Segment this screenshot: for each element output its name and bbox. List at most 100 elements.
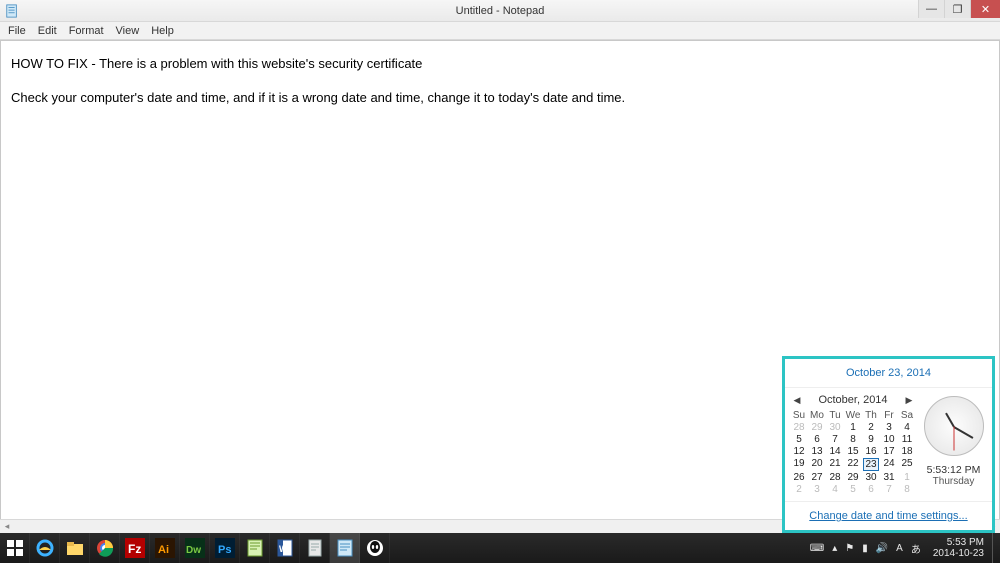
calendar-day[interactable]: 10 (881, 434, 897, 445)
notepadpp-icon[interactable] (240, 533, 270, 563)
calendar-day[interactable]: 8 (845, 434, 861, 445)
calendar-day[interactable]: 21 (827, 458, 843, 471)
calendar-day[interactable]: 11 (899, 434, 915, 445)
calendar-day-header: Fr (881, 410, 897, 421)
calendar-day-header: We (845, 410, 861, 421)
calendar-day[interactable]: 24 (881, 458, 897, 471)
calendar-day-header: Mo (809, 410, 825, 421)
month-label[interactable]: October, 2014 (818, 394, 887, 406)
document-line: HOW TO FIX - There is a problem with thi… (11, 55, 989, 73)
tray-ime-a-icon[interactable]: A (892, 533, 907, 563)
calendar-day[interactable]: 22 (845, 458, 861, 471)
calendar-day[interactable]: 2 (863, 422, 879, 433)
start-button[interactable] (0, 533, 30, 563)
calendar-day-header: Th (863, 410, 879, 421)
change-datetime-link[interactable]: Change date and time settings... (809, 510, 967, 522)
calendar-day[interactable]: 9 (863, 434, 879, 445)
calendar-day[interactable]: 25 (899, 458, 915, 471)
calendar-day[interactable]: 29 (845, 472, 861, 483)
scroll-left-arrow[interactable]: ◂ (0, 520, 14, 534)
tray-overflow-icon[interactable]: ▴ (828, 533, 841, 563)
svg-text:W: W (279, 544, 288, 554)
filezilla-icon[interactable]: Fz (120, 533, 150, 563)
datetime-footer: Change date and time settings... (785, 501, 992, 530)
calendar-day[interactable]: 30 (827, 422, 843, 433)
document-icon[interactable] (300, 533, 330, 563)
calendar-day[interactable]: 28 (791, 422, 807, 433)
calendar-day[interactable]: 4 (827, 484, 843, 495)
calendar-day[interactable]: 12 (791, 446, 807, 457)
clock-panel: 5:53:12 PM Thursday (915, 392, 986, 495)
illustrator-icon[interactable]: Ai (150, 533, 180, 563)
calendar-day[interactable]: 6 (809, 434, 825, 445)
photoshop-icon[interactable]: Ps (210, 533, 240, 563)
minimize-button[interactable]: — (918, 0, 944, 18)
svg-text:Fz: Fz (128, 542, 141, 556)
calendar-day[interactable]: 6 (863, 484, 879, 495)
prev-month-button[interactable]: ◀ (794, 395, 801, 406)
calendar-day[interactable]: 2 (791, 484, 807, 495)
word-icon[interactable]: W (270, 533, 300, 563)
clock-time: 5:53:12 PM (927, 464, 981, 476)
show-desktop-button[interactable] (992, 533, 1000, 563)
calendar-day[interactable]: 27 (809, 472, 825, 483)
calendar-day[interactable]: 20 (809, 458, 825, 471)
maximize-button[interactable]: ❐ (944, 0, 970, 18)
notepad-task-icon[interactable] (330, 533, 360, 563)
tray-network-icon[interactable]: ▮ (858, 533, 872, 563)
calendar-day[interactable]: 13 (809, 446, 825, 457)
calendar-day[interactable]: 8 (899, 484, 915, 495)
calendar-day[interactable]: 3 (881, 422, 897, 433)
tray-action-center-icon[interactable]: ⚑ (841, 533, 858, 563)
file-explorer-icon[interactable] (60, 533, 90, 563)
calendar-day[interactable]: 3 (809, 484, 825, 495)
calendar-day[interactable]: 5 (845, 484, 861, 495)
tray-volume-icon[interactable]: 🔊 (872, 533, 892, 563)
calendar-day[interactable]: 30 (863, 472, 879, 483)
calendar-day[interactable]: 28 (827, 472, 843, 483)
calendar-day[interactable]: 1 (845, 422, 861, 433)
tray-keyboard-icon[interactable]: ⌨ (806, 533, 828, 563)
alien-icon[interactable] (360, 533, 390, 563)
svg-text:Dw: Dw (186, 545, 201, 556)
menu-help[interactable]: Help (145, 23, 180, 39)
taskbar-left: Fz Ai Dw Ps W (0, 533, 390, 563)
calendar-day[interactable]: 15 (845, 446, 861, 457)
window-title: Untitled - Notepad (0, 5, 1000, 17)
calendar-day[interactable]: 16 (863, 446, 879, 457)
calendar-day[interactable]: 17 (881, 446, 897, 457)
tray-ime-jp-icon[interactable]: あ (907, 533, 925, 563)
calendar-day[interactable]: 18 (899, 446, 915, 457)
close-button[interactable]: ✕ (970, 0, 1000, 18)
ie-icon[interactable] (30, 533, 60, 563)
calendar-day[interactable]: 7 (827, 434, 843, 445)
calendar-day[interactable]: 26 (791, 472, 807, 483)
menu-edit[interactable]: Edit (32, 23, 63, 39)
chrome-icon[interactable] (90, 533, 120, 563)
datetime-header: October 23, 2014 (785, 359, 992, 388)
calendar-day[interactable]: 31 (881, 472, 897, 483)
calendar-day[interactable]: 5 (791, 434, 807, 445)
tray-clock[interactable]: 5:53 PM 2014-10-23 (925, 537, 992, 560)
calendar-day[interactable]: 23 (863, 458, 879, 471)
calendar-day[interactable]: 14 (827, 446, 843, 457)
tray-time: 5:53 PM (933, 537, 984, 549)
calendar-day-header: Tu (827, 410, 843, 421)
calendar-day[interactable]: 1 (899, 472, 915, 483)
menu-file[interactable]: File (2, 23, 32, 39)
tray-date: 2014-10-23 (933, 548, 984, 560)
calendar: ◀ October, 2014 ▶ SuMoTuWeThFrSa28293012… (791, 392, 915, 495)
svg-text:Ps: Ps (218, 544, 231, 556)
dreamweaver-icon[interactable]: Dw (180, 533, 210, 563)
calendar-day[interactable]: 7 (881, 484, 897, 495)
document-line: Check your computer's date and time, and… (11, 89, 989, 107)
calendar-day[interactable]: 4 (899, 422, 915, 433)
next-month-button[interactable]: ▶ (906, 395, 913, 406)
calendar-day[interactable]: 29 (809, 422, 825, 433)
datetime-popup: October 23, 2014 ◀ October, 2014 ▶ SuMoT… (782, 356, 995, 533)
menu-view[interactable]: View (110, 23, 146, 39)
menu-format[interactable]: Format (63, 23, 110, 39)
calendar-day-header: Su (791, 410, 807, 421)
clock-day: Thursday (933, 476, 975, 487)
calendar-day[interactable]: 19 (791, 458, 807, 471)
